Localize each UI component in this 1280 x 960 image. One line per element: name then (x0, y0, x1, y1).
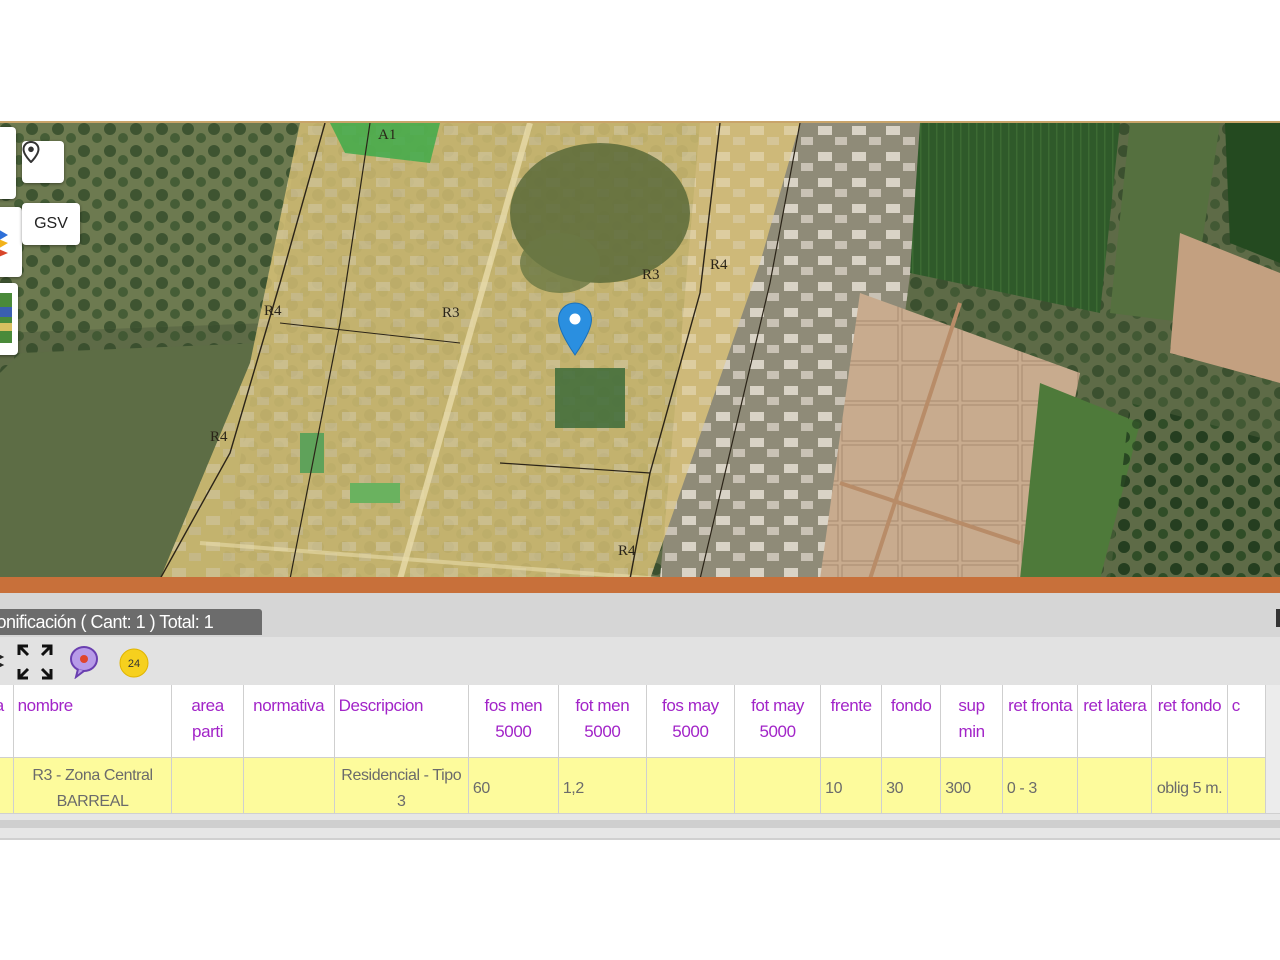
col-header-fondo[interactable]: fondo (881, 685, 942, 758)
zone-label: R4 (618, 543, 636, 559)
table-row[interactable]: R3 - Zona Central BARREAL Residencial - … (0, 757, 1267, 813)
map-thumbnail-icon (0, 293, 12, 343)
col-header-fot-men[interactable]: fot men 5000 (558, 685, 647, 758)
tab-zonificacion[interactable]: Zonificación ( Cant: 1 ) Total: 1 (0, 609, 262, 635)
cell-area-parti (171, 757, 244, 813)
panel-edge (1276, 609, 1280, 627)
panel-header: Zonificación ( Cant: 1 ) Total: 1 (0, 593, 1280, 639)
cell-fot-may (734, 757, 822, 813)
results-toolbar: 24 (0, 637, 1280, 685)
col-header-ret-fronta[interactable]: ret fronta (1002, 685, 1079, 758)
map-marker-icon (22, 141, 40, 163)
cell-fos-men: 60 (468, 757, 559, 813)
cell-fondo: 30 (881, 757, 942, 813)
zone-label: R4 (210, 429, 228, 445)
col-header-fos-men[interactable]: fos men 5000 (468, 685, 559, 758)
cell-descripcion: Residencial - Tipo 3 (334, 757, 469, 813)
map-thumbnail-button[interactable] (0, 283, 18, 355)
panel-resize-bar[interactable] (0, 577, 1280, 593)
zone-label: A1 (378, 127, 396, 143)
zoom-to-feature-icon[interactable] (68, 645, 100, 684)
cell-a (0, 757, 14, 813)
col-header-area-parti[interactable]: area parti (171, 685, 244, 758)
zone-label: R4 (710, 257, 728, 273)
gsv-button[interactable]: GSV (22, 203, 80, 245)
col-header-a[interactable]: a (0, 685, 14, 758)
cell-fos-may (646, 757, 735, 813)
results-table: a nombre area parti normativa Descripcio… (0, 685, 1267, 813)
layers-icon[interactable] (0, 647, 6, 678)
zone-label: R4 (264, 303, 282, 319)
expand-icon[interactable] (16, 643, 54, 686)
count-badge[interactable]: 24 (118, 647, 150, 684)
col-header-fot-may[interactable]: fot may 5000 (734, 685, 822, 758)
cell-ret-fronta: 0 - 3 (1002, 757, 1079, 813)
col-header-ret-latera[interactable]: ret latera (1077, 685, 1153, 758)
col-header-sup-min[interactable]: sup min (940, 685, 1003, 758)
grid-footer (0, 813, 1280, 840)
horizontal-scrollbar[interactable] (0, 820, 1280, 828)
col-header-fos-may[interactable]: fos may 5000 (646, 685, 735, 758)
cell-normativa (243, 757, 335, 813)
cell-extra (1227, 757, 1267, 813)
col-header-descripcion[interactable]: Descripcion (334, 685, 469, 758)
table-header-row: a nombre area parti normativa Descripcio… (0, 685, 1267, 758)
col-header-frente[interactable]: frente (820, 685, 883, 758)
basemap-switcher[interactable] (0, 207, 22, 277)
col-header-nombre[interactable]: nombre (13, 685, 173, 758)
col-header-extra[interactable]: c (1227, 685, 1267, 758)
cell-ret-latera (1077, 757, 1153, 813)
cell-sup-min: 300 (940, 757, 1003, 813)
cell-fot-men: 1,2 (558, 757, 647, 813)
col-header-ret-fondo[interactable]: ret fondo (1151, 685, 1228, 758)
zone-label: R3 (642, 267, 660, 283)
svg-text:24: 24 (128, 658, 140, 670)
panel-title: Zonificación ( Cant: 1 ) Total: 1 (0, 612, 214, 632)
location-marker-button[interactable] (22, 141, 64, 183)
basemap-icon (0, 230, 8, 257)
map-imagery: A1 R4 R3 R3 R4 R4 R4 (0, 123, 1280, 579)
results-grid: a nombre area parti normativa Descripcio… (0, 685, 1280, 813)
cell-nombre: R3 - Zona Central BARREAL (13, 757, 173, 813)
satellite-map[interactable]: A1 R4 R3 R3 R4 R4 R4 GSV (0, 121, 1280, 579)
cell-frente: 10 (820, 757, 883, 813)
col-header-normativa[interactable]: normativa (243, 685, 335, 758)
layers-panel-tab[interactable] (0, 127, 16, 199)
zone-label: R3 (442, 305, 460, 321)
cell-ret-fondo: oblig 5 m. (1151, 757, 1228, 813)
